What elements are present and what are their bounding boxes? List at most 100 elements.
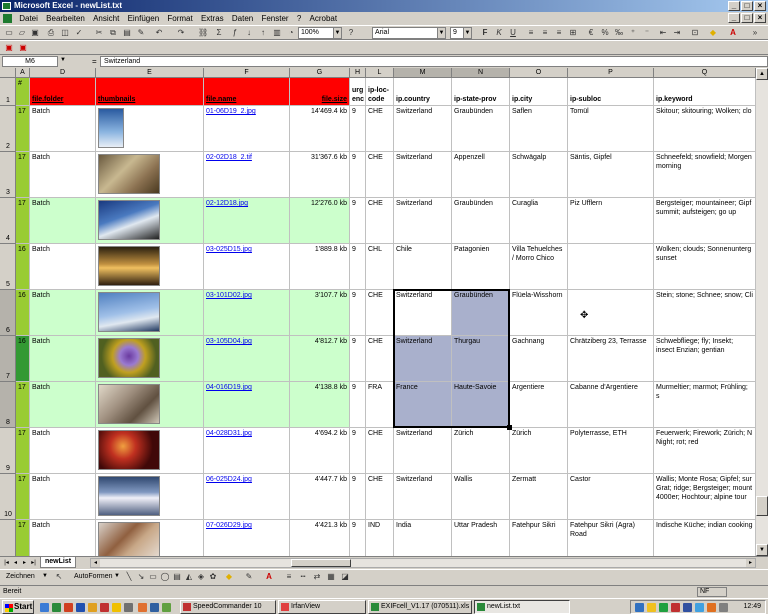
- cell-n[interactable]: Graubünden: [452, 198, 510, 244]
- task-exifcell[interactable]: EXIFcell_V1.17 (070511).xls: [368, 600, 472, 614]
- font-select[interactable]: Arial ▼: [372, 27, 446, 39]
- oval-icon[interactable]: ◯: [160, 572, 170, 582]
- photo-thumbnail[interactable]: [98, 476, 160, 516]
- cell-o[interactable]: Schwägalp: [510, 152, 568, 198]
- cell-h[interactable]: 9: [350, 244, 366, 290]
- copy-icon[interactable]: ⧉: [108, 28, 118, 38]
- cell-d[interactable]: Batch: [30, 428, 96, 474]
- doc-minimize-button[interactable]: _: [728, 13, 740, 23]
- chart-icon[interactable]: ▥: [272, 28, 282, 38]
- equals-sign[interactable]: =: [92, 56, 97, 67]
- photo-thumbnail[interactable]: [98, 522, 160, 556]
- quicklaunch-green-icon[interactable]: [162, 603, 171, 612]
- photo-thumbnail[interactable]: [98, 338, 160, 378]
- column-header-p[interactable]: P: [568, 68, 654, 78]
- cell-q[interactable]: Murmeltier; marmot; Frühling; s: [654, 382, 756, 428]
- cell-f[interactable]: 04-016D19.jpg: [204, 382, 290, 428]
- cell-g[interactable]: 4'694.2 kb: [290, 428, 350, 474]
- column-header-e[interactable]: E: [96, 68, 204, 78]
- last-sheet-icon[interactable]: ▸|: [29, 558, 38, 568]
- cell-g[interactable]: 12'276.0 kb: [290, 198, 350, 244]
- tray-app-icon[interactable]: [671, 603, 680, 612]
- column-header-l[interactable]: L: [366, 68, 394, 78]
- minimize-button[interactable]: _: [728, 1, 740, 11]
- hscroll-thumb[interactable]: [291, 559, 351, 567]
- borders-icon[interactable]: ⊡: [690, 28, 700, 38]
- header-cell-m[interactable]: ip.country: [394, 78, 452, 106]
- cell-f[interactable]: 03-101D02.jpg: [204, 290, 290, 336]
- line-color-icon[interactable]: ✎: [244, 572, 254, 582]
- cell-q[interactable]: Schneefeld; snowfield; Morgen morning: [654, 152, 756, 198]
- menu-acrobat[interactable]: Acrobat: [307, 12, 341, 25]
- save-icon[interactable]: ▣: [30, 28, 40, 38]
- cell-d[interactable]: Batch: [30, 244, 96, 290]
- cell-d[interactable]: Batch: [30, 106, 96, 152]
- quicklaunch-excel-icon[interactable]: [52, 603, 61, 612]
- cell-a[interactable]: 16: [16, 336, 30, 382]
- print-preview-icon[interactable]: ◫: [60, 28, 70, 38]
- menu-extras[interactable]: Extras: [198, 12, 227, 25]
- quicklaunch-desktop-icon[interactable]: [40, 603, 49, 612]
- header-cell-o[interactable]: ip.city: [510, 78, 568, 106]
- cell-g[interactable]: 31'367.6 kb: [290, 152, 350, 198]
- diagram-icon[interactable]: ◈: [196, 572, 206, 582]
- hyperlink-icon[interactable]: ⛓: [198, 28, 208, 38]
- cell-p[interactable]: Polyterrasse, ETH: [568, 428, 654, 474]
- cell-a[interactable]: 17: [16, 474, 30, 520]
- formula-input[interactable]: Switzerland: [100, 56, 768, 67]
- start-button[interactable]: Start: [2, 600, 34, 614]
- cell-h[interactable]: 9: [350, 474, 366, 520]
- tray-network-icon[interactable]: [635, 603, 644, 612]
- help-icon[interactable]: ?: [346, 28, 356, 38]
- header-cell-h[interactable]: urg enc: [350, 78, 366, 106]
- quicklaunch-folder-icon[interactable]: [88, 603, 97, 612]
- fill-handle[interactable]: [507, 425, 512, 430]
- workbook-icon[interactable]: [3, 14, 12, 23]
- align-left-icon[interactable]: ≡: [526, 28, 536, 38]
- column-header-o[interactable]: O: [510, 68, 568, 78]
- cell-d[interactable]: Batch: [30, 474, 96, 520]
- percent-icon[interactable]: %: [600, 28, 610, 38]
- cell-d[interactable]: Batch: [30, 382, 96, 428]
- header-cell-e[interactable]: thumbnails: [96, 78, 204, 106]
- cell-p[interactable]: Fatehpur Sikri (Agra) Road: [568, 520, 654, 556]
- menu-help[interactable]: ?: [294, 12, 304, 25]
- column-header-h[interactable]: H: [350, 68, 366, 78]
- merge-center-icon[interactable]: ⊞: [568, 28, 578, 38]
- cell-o[interactable]: Argentiere: [510, 382, 568, 428]
- tray-language-icon[interactable]: [683, 603, 692, 612]
- photo-thumbnail[interactable]: [98, 430, 160, 470]
- format-painter-icon[interactable]: ✎: [136, 28, 146, 38]
- cell-f[interactable]: 03-105D04.jpg: [204, 336, 290, 382]
- pdf-convert-icon[interactable]: ▣: [4, 43, 14, 53]
- row-header[interactable]: 7: [0, 336, 16, 382]
- autosum-icon[interactable]: Σ: [214, 28, 224, 38]
- quicklaunch-ie-icon[interactable]: [150, 603, 159, 612]
- cell-o[interactable]: Saflen: [510, 106, 568, 152]
- menu-datei[interactable]: Datei: [16, 12, 41, 25]
- first-sheet-icon[interactable]: |◂: [2, 558, 11, 568]
- cell-o[interactable]: Villa Tehuelches / Morro Chico: [510, 244, 568, 290]
- thousands-icon[interactable]: ‰: [614, 28, 624, 38]
- open-icon[interactable]: ▱: [17, 28, 27, 38]
- column-header-q[interactable]: Q: [654, 68, 756, 78]
- zoom-select[interactable]: 100% ▼: [298, 27, 342, 39]
- cell-q[interactable]: Indische Küche; indian cooking: [654, 520, 756, 556]
- cell-m[interactable]: Switzerland: [394, 152, 452, 198]
- cell-l[interactable]: CHE: [366, 336, 394, 382]
- new-icon[interactable]: ▭: [4, 28, 14, 38]
- cell-m[interactable]: Switzerland: [394, 106, 452, 152]
- quicklaunch-app-icon[interactable]: [64, 603, 73, 612]
- cell-o[interactable]: Curaglia: [510, 198, 568, 244]
- photo-thumbnail[interactable]: [98, 108, 124, 148]
- spelling-icon[interactable]: ✓: [74, 28, 84, 38]
- rectangle-icon[interactable]: ▭: [148, 572, 158, 582]
- scroll-right-icon[interactable]: ▸: [746, 559, 755, 567]
- cell-h[interactable]: 9: [350, 382, 366, 428]
- name-box[interactable]: M6: [2, 56, 58, 67]
- tray-update-icon[interactable]: [707, 603, 716, 612]
- row-header[interactable]: 1: [0, 78, 16, 106]
- cell-a[interactable]: 17: [16, 152, 30, 198]
- cell-d[interactable]: Batch: [30, 520, 96, 556]
- task-speedcommander[interactable]: SpeedCommander 10: [180, 600, 276, 614]
